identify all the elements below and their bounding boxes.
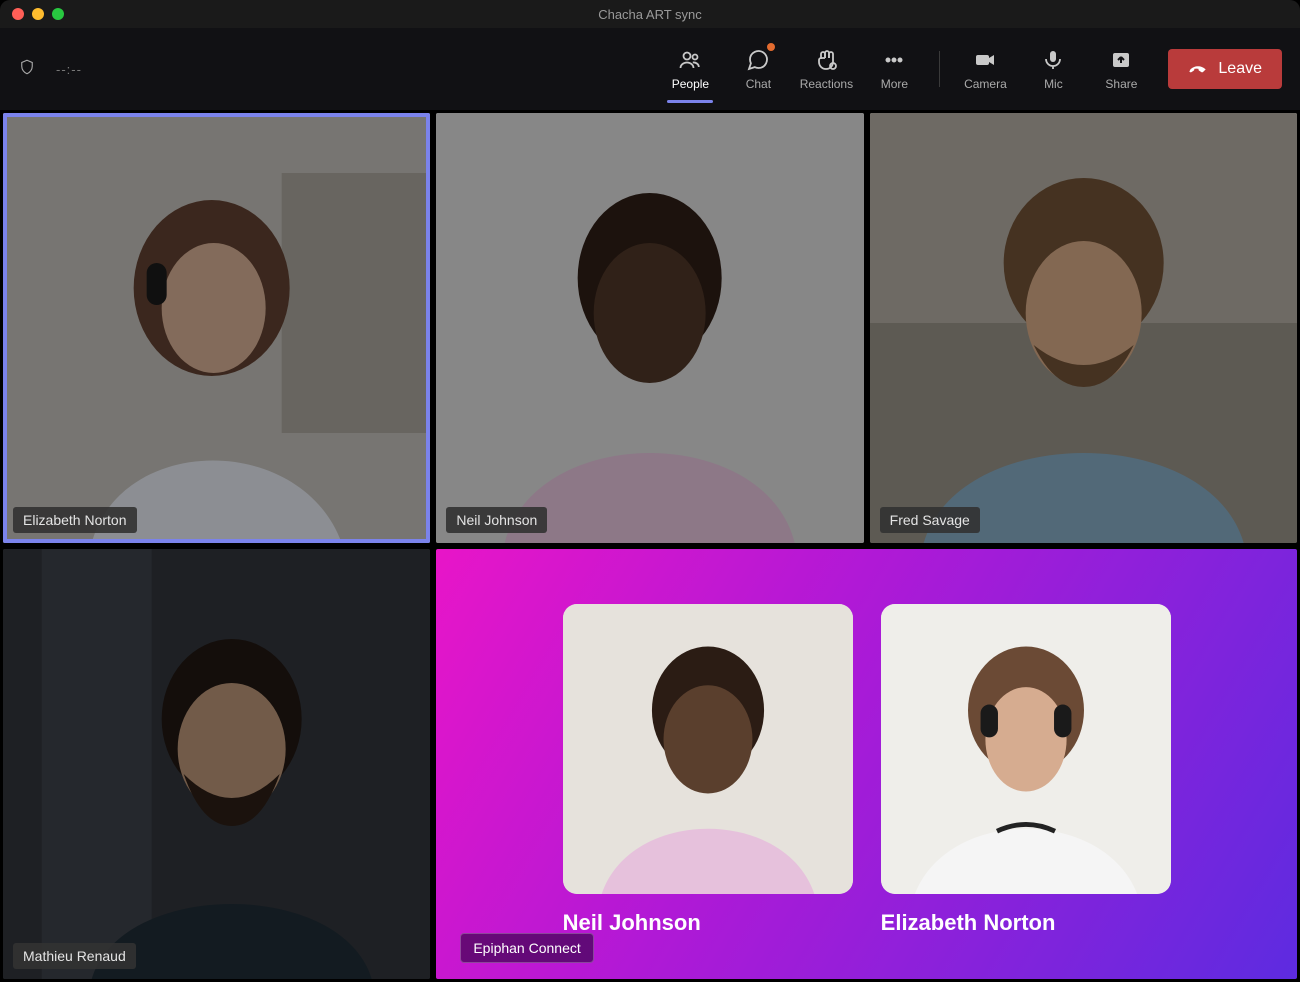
video-placeholder bbox=[3, 113, 430, 543]
window-controls bbox=[0, 8, 64, 20]
content-share-name: Neil Johnson bbox=[563, 910, 853, 936]
video-placeholder bbox=[870, 113, 1297, 543]
maximize-window-button[interactable] bbox=[52, 8, 64, 20]
mic-button[interactable]: Mic bbox=[1020, 39, 1086, 99]
chat-button[interactable]: Chat bbox=[725, 39, 791, 99]
content-share-row: Neil Johnson Elizab bbox=[466, 604, 1267, 936]
participant-name: Elizabeth Norton bbox=[13, 507, 137, 533]
leave-label: Leave bbox=[1218, 60, 1262, 78]
reactions-label: Reactions bbox=[800, 77, 853, 91]
meeting-toolbar: --:-- People Chat Reactions bbox=[0, 28, 1300, 110]
mic-label: Mic bbox=[1044, 77, 1063, 91]
participant-name: Fred Savage bbox=[880, 507, 980, 533]
content-share-name: Elizabeth Norton bbox=[881, 910, 1171, 936]
chat-notification-dot bbox=[767, 43, 775, 51]
close-window-button[interactable] bbox=[12, 8, 24, 20]
reactions-icon bbox=[814, 47, 838, 73]
titlebar: Chacha ART sync bbox=[0, 0, 1300, 28]
window-title: Chacha ART sync bbox=[0, 7, 1300, 22]
content-share-thumb bbox=[563, 604, 853, 894]
more-label: More bbox=[881, 77, 908, 91]
content-share-thumb bbox=[881, 604, 1171, 894]
participant-tile[interactable]: Fred Savage bbox=[870, 113, 1297, 543]
toolbar-divider bbox=[939, 51, 940, 87]
shield-icon[interactable] bbox=[18, 57, 36, 82]
content-share-source: Epiphan Connect bbox=[460, 933, 593, 963]
minimize-window-button[interactable] bbox=[32, 8, 44, 20]
video-grid: Elizabeth Norton Neil Johnson bbox=[0, 110, 1300, 982]
hangup-icon bbox=[1188, 59, 1208, 79]
participant-tile[interactable]: Elizabeth Norton bbox=[3, 113, 430, 543]
reactions-button[interactable]: Reactions bbox=[793, 39, 859, 99]
camera-button[interactable]: Camera bbox=[952, 39, 1018, 99]
toolbar-left: --:-- bbox=[18, 57, 82, 82]
share-icon bbox=[1109, 47, 1133, 73]
video-placeholder bbox=[3, 549, 430, 979]
people-icon bbox=[678, 47, 702, 73]
content-share-card: Elizabeth Norton bbox=[881, 604, 1171, 936]
people-button[interactable]: People bbox=[657, 39, 723, 99]
toolbar-right: People Chat Reactions More bbox=[657, 39, 1282, 99]
camera-label: Camera bbox=[964, 77, 1007, 91]
share-label: Share bbox=[1105, 77, 1137, 91]
call-timer: --:-- bbox=[56, 62, 82, 77]
content-share-tile[interactable]: Neil Johnson Elizab bbox=[436, 549, 1297, 979]
participant-name: Mathieu Renaud bbox=[13, 943, 136, 969]
participant-tile[interactable]: Neil Johnson bbox=[436, 113, 863, 543]
chat-icon bbox=[746, 47, 770, 73]
participant-tile[interactable]: Mathieu Renaud bbox=[3, 549, 430, 979]
chat-label: Chat bbox=[746, 77, 771, 91]
more-button[interactable]: More bbox=[861, 39, 927, 99]
share-button[interactable]: Share bbox=[1088, 39, 1154, 99]
app-window: Chacha ART sync --:-- People Chat bbox=[0, 0, 1300, 982]
video-placeholder bbox=[436, 113, 863, 543]
content-share-card: Neil Johnson bbox=[563, 604, 853, 936]
camera-icon bbox=[973, 47, 997, 73]
leave-button[interactable]: Leave bbox=[1168, 49, 1282, 89]
participant-name: Neil Johnson bbox=[446, 507, 547, 533]
more-icon bbox=[882, 47, 906, 73]
mic-icon bbox=[1041, 47, 1065, 73]
people-label: People bbox=[672, 77, 709, 91]
